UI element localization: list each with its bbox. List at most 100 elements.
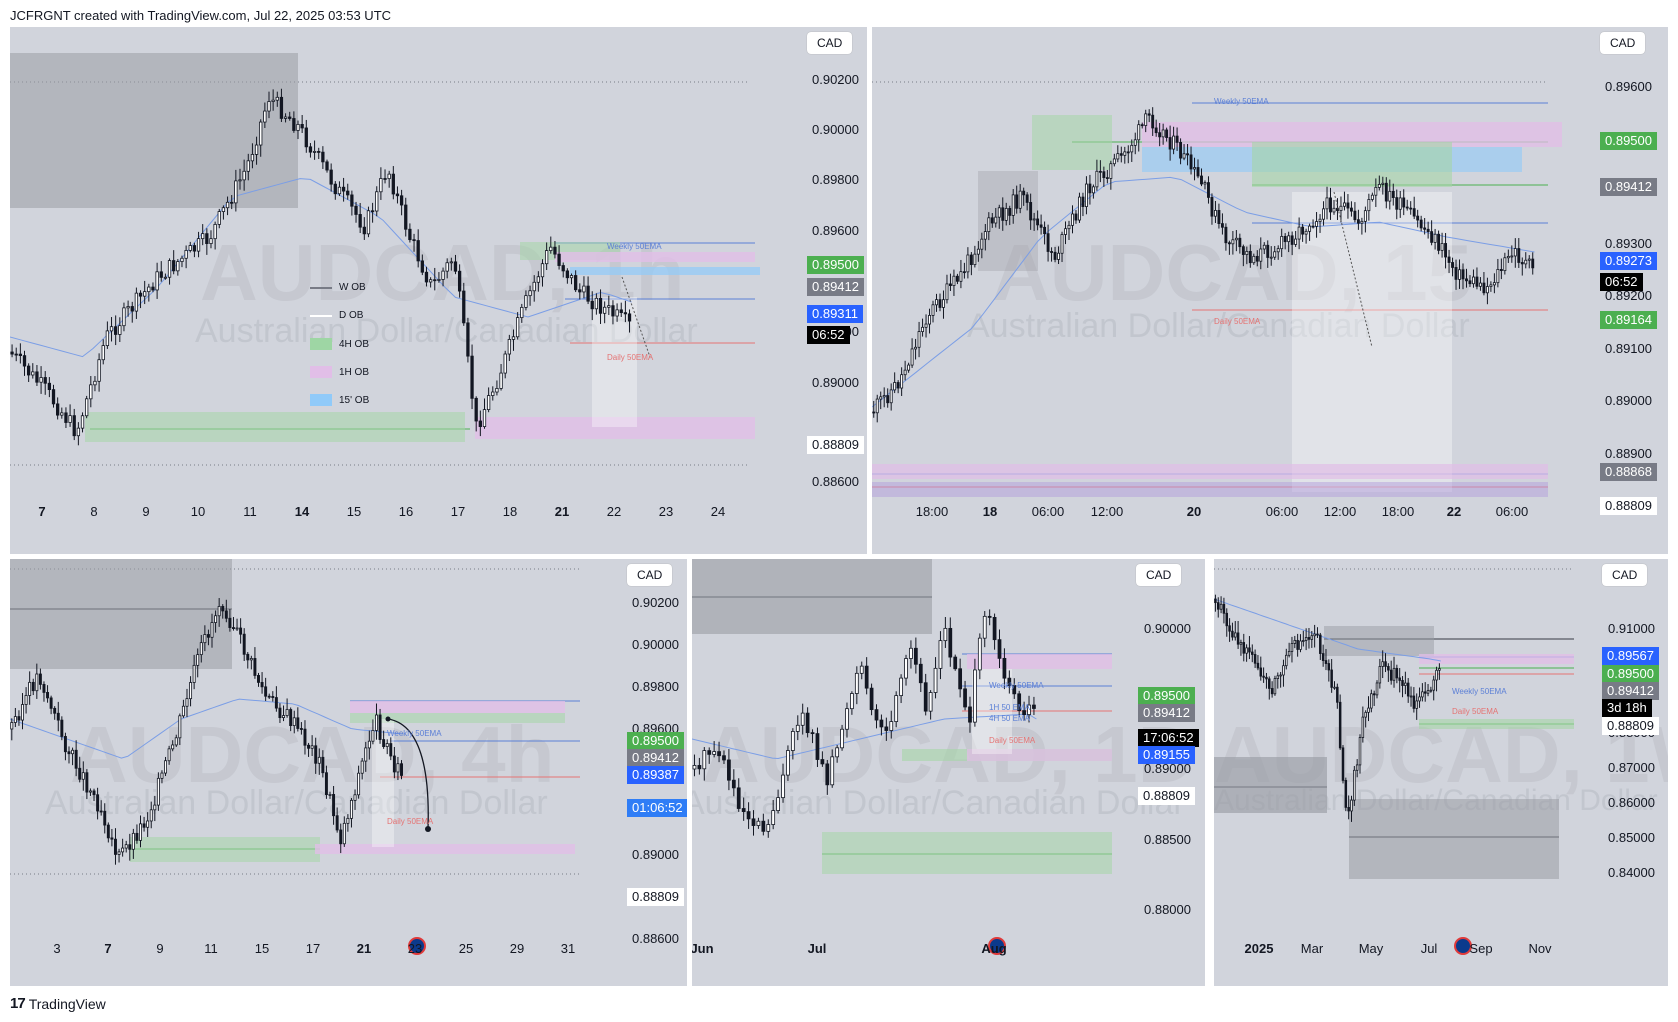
candle-body (850, 693, 854, 710)
time-tick: 23 (407, 941, 423, 956)
price-tick: 0.90000 (632, 637, 679, 652)
candle-body (565, 270, 570, 279)
candle-body (928, 692, 933, 712)
daily-ema-annotation: Daily 50EMA (989, 736, 1036, 745)
candle-body (540, 263, 545, 278)
tradingview-footer[interactable]: 17 TradingView (10, 995, 106, 1012)
candle-body (1220, 223, 1224, 228)
candle-body (1438, 668, 1441, 671)
candle-body (545, 250, 549, 265)
candle-body (457, 270, 462, 292)
candle-body (1370, 194, 1374, 200)
candle-body (159, 271, 163, 278)
daily-ema-annotation: Daily 50EMA (1214, 317, 1261, 326)
candle-body (1344, 779, 1348, 808)
candle-body (93, 380, 97, 386)
candle-body (1358, 737, 1362, 766)
candle-body (893, 382, 897, 391)
candle-body (304, 127, 308, 148)
weekly-ema-annotation: Weekly 50EMA (607, 242, 662, 251)
chart-panel-4h[interactable]: AUDCAD, 4h Australian Dollar/Canadian Do… (10, 559, 687, 986)
candle-body (1165, 129, 1169, 138)
candle-body (1050, 251, 1054, 253)
currency-badge[interactable]: CAD (627, 564, 673, 586)
chart-canvas-4h[interactable] (10, 559, 687, 986)
currency-badge[interactable]: CAD (807, 32, 853, 54)
candle-body (205, 233, 209, 244)
candle-body (1489, 284, 1493, 287)
candle-body (958, 668, 963, 690)
candle-body (1510, 255, 1514, 258)
price-tick: 0.89100 (1605, 341, 1652, 356)
candle-body (1011, 194, 1015, 216)
candle-body (830, 756, 835, 786)
time-tick: 17 (450, 504, 466, 519)
chart-panel-15m[interactable]: AUDCAD, 15 Australian Dollar/Canadian Do… (872, 27, 1668, 554)
candle-body (1043, 226, 1047, 235)
candle-body (1412, 695, 1416, 709)
candle-body (156, 777, 160, 806)
candle-body (980, 238, 984, 250)
candle-body (1151, 114, 1155, 129)
currency-badge[interactable]: CAD (1602, 564, 1648, 586)
candle-body (582, 285, 586, 293)
candle-body (1389, 669, 1393, 681)
candle-body (771, 810, 776, 825)
time-tick: Jun (692, 941, 714, 956)
time-tick: 06:00 (1031, 504, 1065, 519)
chart-panel-1w[interactable]: AUDCAD, 1W Australian Dollar/Canadian Do… (1214, 559, 1668, 986)
candle-body (1472, 276, 1475, 285)
candle-body (938, 299, 942, 308)
candle-body (126, 306, 130, 309)
price-label-current: 0.89387 (627, 766, 684, 784)
candle-body (1182, 153, 1186, 159)
candle-body (192, 664, 196, 683)
time-tick: 22 (1446, 504, 1462, 519)
price-label-current: 0.89273 (1600, 252, 1657, 270)
candle-body (1228, 625, 1231, 632)
candle-body (64, 412, 68, 423)
candle-body (68, 415, 72, 423)
candle-body (1200, 175, 1203, 185)
candle-body (882, 395, 886, 398)
candle-body (285, 709, 289, 716)
candle-body (1285, 654, 1288, 667)
candle-body (1224, 226, 1228, 244)
candle-body (598, 297, 603, 314)
order-block-zone (1214, 757, 1327, 813)
time-tick: 14 (294, 504, 310, 519)
candle-body (615, 309, 619, 317)
chart-canvas-1h[interactable] (10, 27, 867, 554)
candle-body (478, 420, 482, 427)
candle-body (722, 755, 726, 761)
candle-body (1461, 269, 1465, 280)
candle-body (250, 154, 255, 162)
candle-body (973, 253, 977, 266)
candle-body (935, 299, 938, 306)
candle-body (790, 731, 795, 751)
candle-body (561, 265, 565, 272)
candle-body (85, 772, 89, 793)
chart-canvas-1w[interactable] (1214, 559, 1668, 986)
candle-body (889, 721, 894, 731)
candle-body (213, 223, 217, 240)
chart-canvas-15m[interactable] (872, 27, 1668, 554)
candle-body (282, 715, 285, 719)
candle-body (370, 210, 375, 213)
candle-body (335, 815, 339, 831)
candle-body (214, 615, 218, 623)
currency-badge[interactable]: CAD (1600, 32, 1646, 54)
chart-header-caption: JCFRGNT created with TradingView.com, Ju… (10, 8, 392, 23)
candle-body (503, 353, 507, 374)
chart-panel-1d[interactable]: AUDCAD, 1D Australian Dollar/Canadian Do… (692, 559, 1205, 986)
order-block-zone (10, 53, 298, 208)
candle-body (1308, 225, 1312, 232)
candle-body (1126, 151, 1130, 154)
chart-panel-1h[interactable]: AUDCAD, 1h Australian Dollar/Canadian Do… (10, 27, 867, 554)
candle-body (1256, 662, 1260, 669)
chart-canvas-1d[interactable] (692, 559, 1205, 986)
candle-body (1268, 678, 1271, 689)
candle-body (1395, 667, 1399, 679)
currency-badge[interactable]: CAD (1136, 564, 1182, 586)
candle-body (854, 672, 859, 694)
